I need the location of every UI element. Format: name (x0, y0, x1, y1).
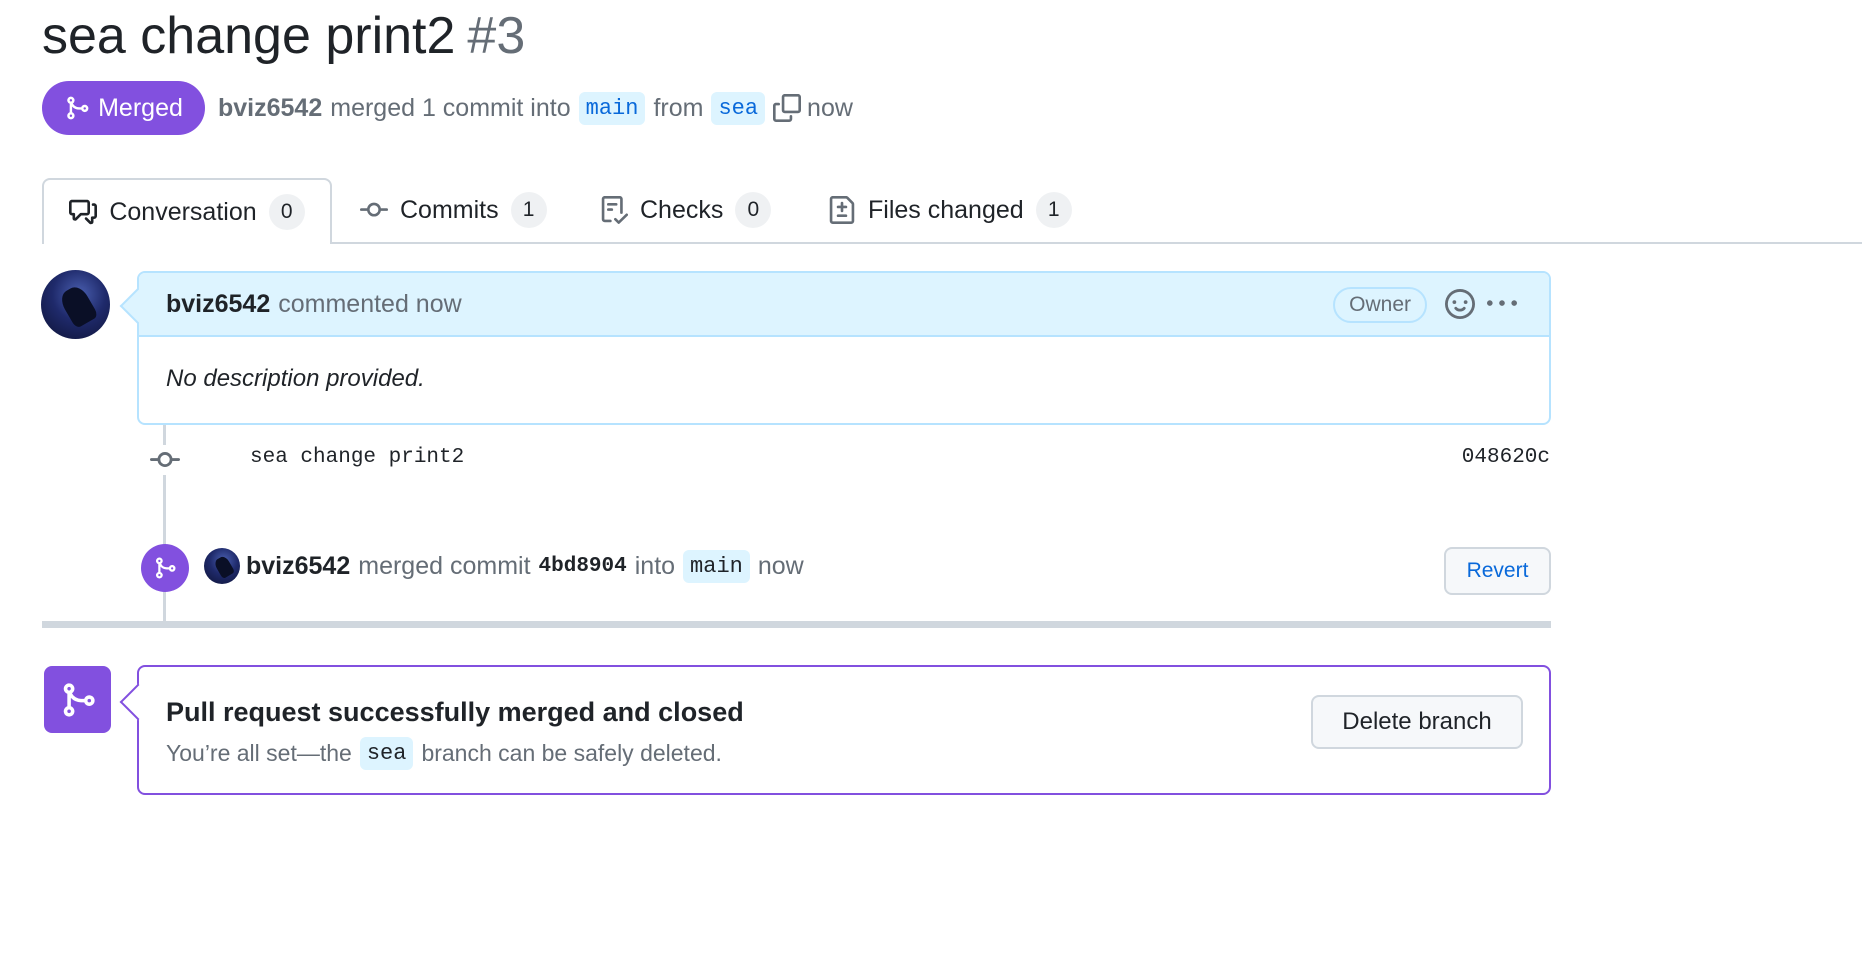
head-branch-label[interactable]: sea (711, 91, 766, 125)
merged-box-pointer (119, 683, 157, 721)
merge-author-link[interactable]: bviz6542 (246, 552, 350, 581)
git-merge-icon (63, 682, 95, 717)
merge-time: now (757, 551, 804, 580)
tab-conversation-count: 0 (268, 194, 305, 230)
avatar[interactable] (41, 270, 110, 339)
merge-commit-sha-link[interactable]: 4bd8904 (539, 555, 627, 578)
comment-action: commented now (278, 289, 462, 318)
merged-sub-before: You’re all set—the (166, 740, 352, 766)
pr-title-text: sea change print2 (42, 7, 456, 65)
tab-commits-label: Commits (400, 195, 499, 224)
comment-author-link[interactable]: bviz6542 (166, 290, 270, 319)
merged-status-title: Pull request successfully merged and clo… (166, 697, 744, 727)
git-merge-icon (156, 557, 176, 579)
comment-discussion-icon (69, 199, 98, 225)
kebab-horizontal-icon[interactable] (1487, 289, 1517, 319)
git-commit-icon (360, 202, 388, 217)
tab-checks-count: 0 (735, 192, 772, 228)
pr-title: sea change print2 #3 (42, 4, 525, 68)
merge-event-badge (141, 544, 189, 592)
merged-status-icon-box (44, 666, 111, 733)
merge-branch-label[interactable]: main (683, 549, 750, 583)
owner-badge: Owner (1333, 287, 1427, 323)
from-text: from (653, 93, 704, 122)
comment-header: bviz6542 commented now Owner (139, 273, 1549, 337)
comment-box: bviz6542 commented now Owner No descript… (119, 271, 1551, 425)
avatar[interactable] (204, 548, 240, 584)
merge-event: bviz6542 merged commit 4bd8904 into main… (204, 546, 804, 586)
merged-text: merged 1 commit into (330, 93, 571, 122)
checklist-icon (601, 196, 628, 224)
pr-number: #3 (467, 7, 526, 65)
git-merge-icon (67, 96, 89, 120)
tab-files-changed-label: Files changed (868, 195, 1024, 224)
pr-meta: bviz6542 merged 1 commit into main from … (218, 88, 853, 128)
state-label: Merged (98, 93, 183, 122)
tab-commits-count: 1 (510, 192, 547, 228)
tab-commits[interactable]: Commits 1 (360, 178, 547, 242)
tab-conversation[interactable]: Conversation 0 (42, 178, 332, 244)
smiley-icon[interactable] (1445, 289, 1475, 319)
merged-status-subtitle: You’re all set—the sea branch can be saf… (166, 737, 722, 770)
tab-conversation-label: Conversation (109, 197, 257, 226)
merged-sub-after: branch can be safely deleted. (421, 740, 722, 766)
revert-button[interactable]: Revert (1444, 547, 1551, 595)
commit-message-link[interactable]: sea change print2 (250, 446, 464, 469)
pr-author-link[interactable]: bviz6542 (218, 94, 322, 123)
tab-checks[interactable]: Checks 0 (600, 178, 772, 242)
timeline-end-divider (42, 621, 1551, 628)
comment-body: No description provided. (166, 365, 425, 392)
merge-into-text: into (634, 551, 676, 580)
git-commit-icon (150, 445, 180, 475)
merged-state-badge: Merged (42, 81, 205, 135)
delete-branch-button[interactable]: Delete branch (1311, 695, 1523, 749)
commit-sha-link[interactable]: 048620c (1462, 446, 1550, 469)
base-branch-label[interactable]: main (578, 91, 646, 125)
merged-status-box: Pull request successfully merged and clo… (119, 665, 1551, 795)
file-diff-icon (829, 196, 855, 224)
pr-time: now (807, 93, 853, 122)
tab-files-changed-count: 1 (1035, 192, 1072, 228)
copy-icon[interactable] (773, 94, 802, 122)
tab-files-changed[interactable]: Files changed 1 (828, 178, 1072, 242)
tab-checks-label: Checks (640, 195, 724, 224)
merged-branch-label[interactable]: sea (359, 737, 414, 770)
merge-event-text: merged commit (358, 551, 531, 580)
